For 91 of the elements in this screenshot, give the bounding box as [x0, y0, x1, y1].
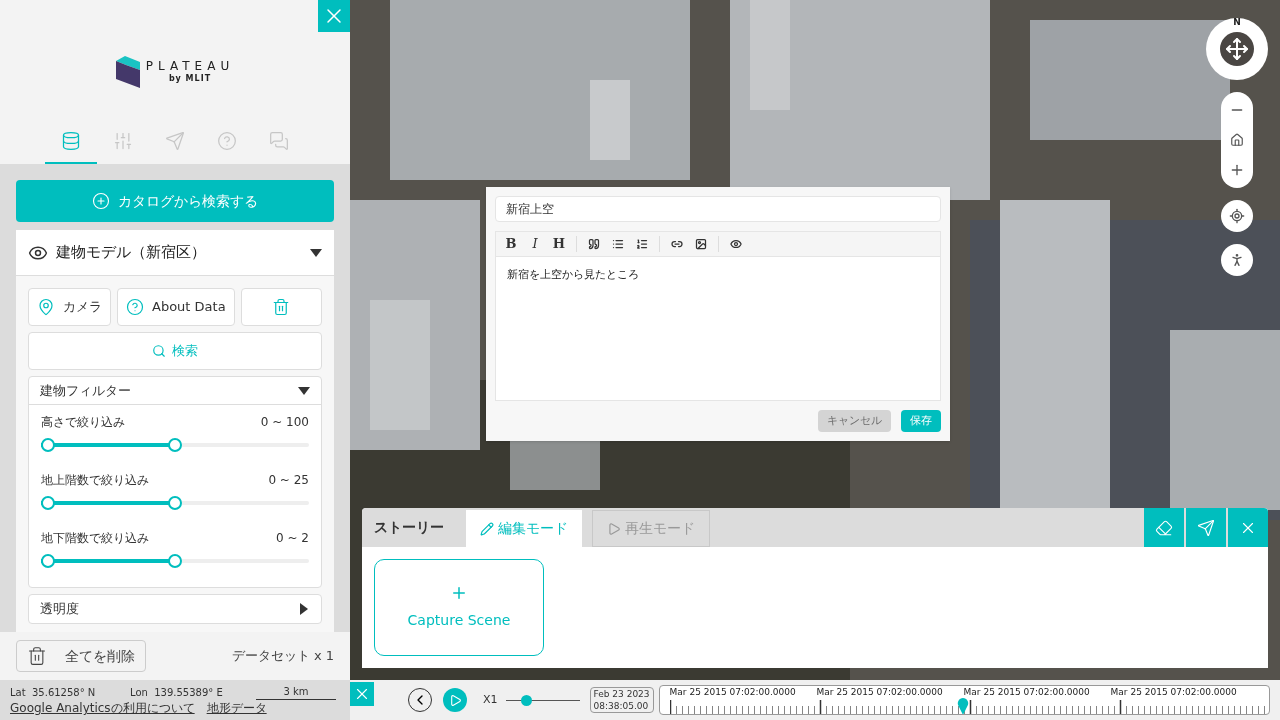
dataset-count: データセット x 1: [231, 647, 334, 666]
caret-icon[interactable]: [300, 603, 308, 615]
toolbar-button[interactable]: B: [504, 234, 518, 254]
bullets-button[interactable]: [611, 238, 625, 250]
slider-thumb[interactable]: [41, 438, 55, 452]
pan-icon[interactable]: [1225, 37, 1249, 61]
link-icon: [671, 238, 683, 250]
logo-text: PLATEAU: [145, 60, 235, 72]
send-icon: [165, 131, 185, 151]
link-button[interactable]: [670, 238, 684, 250]
slider-thumb[interactable]: [41, 496, 55, 510]
toolbar-button[interactable]: H: [552, 234, 566, 254]
database-icon: [61, 131, 81, 151]
footer-link[interactable]: 地形データ: [206, 701, 267, 716]
dataset-title: 建物モデル（新宿区）: [56, 242, 206, 264]
preview-icon: [730, 238, 742, 250]
image-icon: [695, 238, 707, 250]
dataset-action-button[interactable]: About Data: [117, 288, 235, 326]
plus-circle-icon: [92, 192, 110, 210]
opacity-title: 透明度: [40, 600, 79, 619]
close-button[interactable]: [350, 682, 374, 706]
numbers-button[interactable]: [635, 238, 649, 250]
playhead-marker[interactable]: [956, 698, 971, 714]
speed-slider[interactable]: [505, 694, 580, 706]
clear-button[interactable]: [1144, 508, 1184, 547]
chat-icon: [269, 131, 289, 151]
search-icon: [152, 344, 166, 358]
help-icon: [126, 298, 144, 316]
sliders-icon: [113, 131, 133, 151]
remove-all-button[interactable]: 全てを削除: [16, 640, 146, 672]
speed-slider-thumb[interactable]: [521, 694, 533, 706]
play-button[interactable]: [443, 688, 467, 712]
plus-icon: [450, 584, 468, 602]
footer-link[interactable]: Google Analyticsの利用について: [10, 701, 195, 716]
compass-north: N: [1233, 16, 1241, 29]
slider-thumb[interactable]: [168, 554, 182, 568]
dataset-action-button[interactable]: カメラ: [28, 288, 111, 326]
close-button[interactable]: [318, 0, 350, 32]
slider-reading: 0 ~ 25: [268, 472, 309, 489]
bullets-icon: [612, 238, 624, 250]
slider-reading: 0 ~ 2: [276, 530, 309, 547]
timeline-label: Mar 25 2015 07:02:00.0000: [1109, 686, 1238, 699]
filter-title: 建物フィルター: [40, 381, 131, 400]
range-slider[interactable]: [41, 554, 309, 568]
date-text: Feb 23 2023: [593, 688, 650, 700]
timeline-label: Mar 25 2015 07:02:00.0000: [962, 686, 1091, 699]
logo-subtext: by MLIT: [168, 75, 212, 83]
help-icon: [217, 131, 237, 151]
share-button[interactable]: [1186, 508, 1226, 547]
image-button[interactable]: [694, 238, 708, 250]
slider-label: 地下階数で絞り込み: [41, 530, 149, 547]
preview-button[interactable]: [729, 238, 743, 250]
numbers-icon: [636, 238, 648, 250]
play-icon: [607, 521, 621, 536]
story-text[interactable]: 新宿を上空から見たところ: [496, 257, 940, 294]
timeline-track[interactable]: Mar 25 2015 07:02:00.0000 Mar 25 2015 07:02:00.0000 Mar 25 2015 07:02:00.0000 Mar 25 2015 07:02:00.0000: [658, 685, 1270, 715]
delete-button[interactable]: [240, 288, 322, 326]
map-pin-icon: [37, 298, 55, 316]
timeline-label: Mar 25 2015 07:02:00.0000: [668, 686, 797, 699]
title-field[interactable]: 新宿上空: [495, 196, 941, 222]
quote-button[interactable]: [587, 238, 601, 250]
latitude: Lat 35.61258° N: [10, 685, 97, 700]
range-slider[interactable]: [41, 496, 309, 510]
close-button[interactable]: [1228, 508, 1268, 547]
toolbar-button[interactable]: I: [528, 234, 542, 254]
slider-thumb[interactable]: [41, 554, 55, 568]
pencil-icon: [480, 521, 494, 536]
slider-label: 高さで絞り込み: [41, 414, 125, 431]
slider-label: 地上階数で絞り込み: [41, 472, 149, 489]
locate-icon: [1229, 208, 1245, 224]
story-title: ストーリー: [373, 518, 445, 537]
logo-icon: [115, 55, 140, 88]
scale-bar: 3 km: [256, 684, 336, 700]
person-icon: [1229, 252, 1245, 268]
slider-reading: 0 ~ 100: [260, 414, 309, 431]
slider-thumb[interactable]: [168, 438, 182, 452]
slider-thumb[interactable]: [168, 496, 182, 510]
longitude: Lon 139.55389° E: [130, 685, 224, 700]
play-icon: [448, 693, 462, 707]
range-slider[interactable]: [41, 438, 309, 452]
caret-icon[interactable]: [298, 386, 310, 395]
quote-icon: [588, 238, 600, 250]
trash-icon: [27, 646, 47, 666]
time-text: 08:38:05.00: [593, 700, 650, 712]
trash-icon: [272, 298, 291, 316]
eraser-icon: [1155, 518, 1173, 537]
timeline-label: Mar 25 2015 07:02:00.0000: [815, 686, 944, 699]
home-icon[interactable]: [1230, 133, 1244, 147]
caret-icon[interactable]: [310, 248, 322, 257]
send-icon: [1197, 518, 1215, 537]
speed-label: X1: [483, 691, 498, 708]
